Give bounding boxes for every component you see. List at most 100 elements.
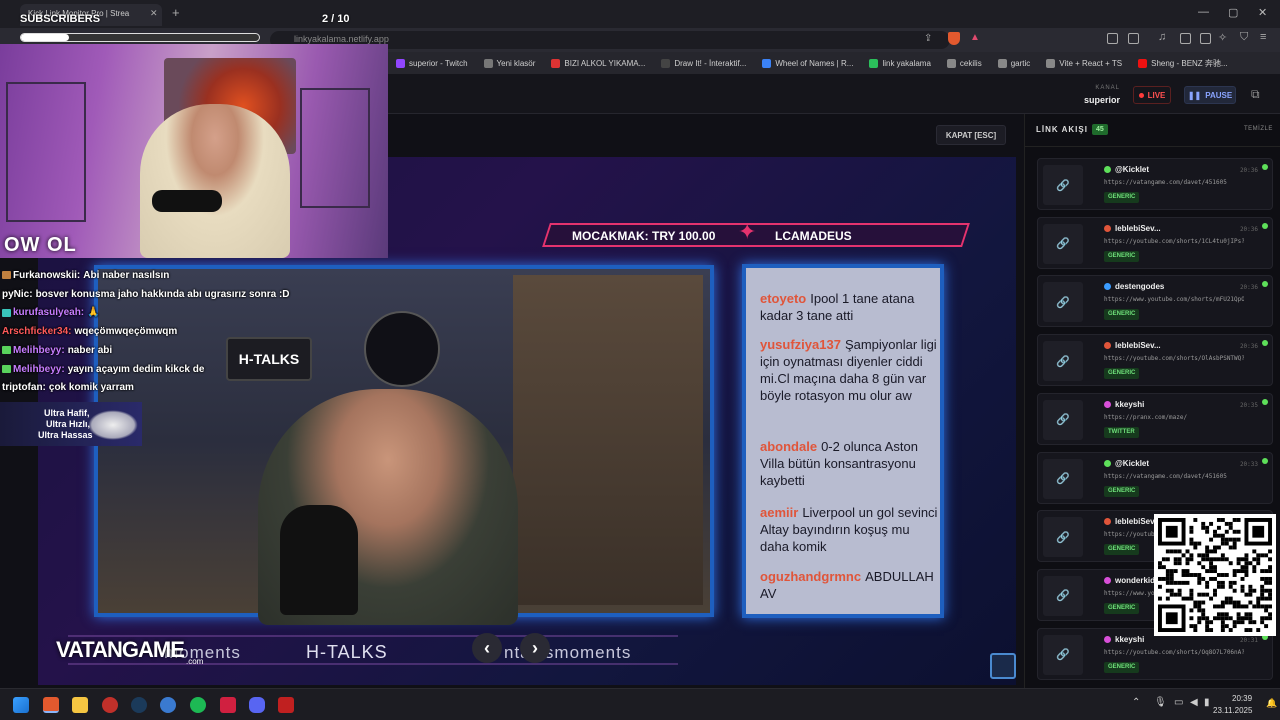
chat-username: kurufasulyeah: — [13, 307, 85, 319]
pause-button[interactable]: ❚❚ PAUSE — [1184, 86, 1236, 104]
bookmark-item[interactable]: BIZI ALKOL YIKAMA... — [543, 58, 653, 68]
stream-chat-username: yusufziya137 — [760, 337, 841, 352]
rewards-icon[interactable]: ▲ — [970, 32, 980, 43]
link-url[interactable]: https://youtube.com/shorts/1CL4tu0jIPs?s… — [1104, 238, 1244, 245]
qr-module — [1201, 612, 1206, 617]
link-card[interactable]: 🔗 kkeyshi https://pranx.com/maze/TWITTER 20… — [1037, 392, 1273, 445]
vpn-icon[interactable]: ⛉ — [1240, 31, 1248, 44]
screenshot-icon[interactable] — [1128, 33, 1139, 44]
steam-icon[interactable] — [131, 697, 147, 713]
bookmark-item[interactable]: Yeni klasör — [476, 58, 544, 68]
wallet-icon[interactable] — [1200, 33, 1211, 44]
close-window-icon[interactable]: ✕ — [1258, 6, 1267, 19]
network-icon[interactable]: ▭ — [1174, 697, 1183, 708]
bookmark-item[interactable]: cekilis — [939, 58, 990, 68]
link-url[interactable]: https://vatangame.com/davet/451605 — [1104, 473, 1244, 480]
qr-module — [1209, 569, 1214, 574]
prev-link-button[interactable]: ‹ — [472, 633, 502, 663]
bookmark-item[interactable]: Wheel of Names | R... — [754, 58, 861, 68]
close-viewer-button[interactable]: KAPAT [ESC] — [936, 125, 1006, 145]
link-type-tag: TWITTER — [1104, 426, 1139, 438]
qr-module — [1220, 612, 1225, 617]
explorer-icon[interactable] — [72, 697, 88, 713]
bookmark-item[interactable]: Sheng - BENZ 奔驰... — [1130, 58, 1235, 69]
qr-module — [1268, 588, 1272, 593]
qr-module — [1260, 616, 1265, 621]
next-link-button[interactable]: › — [520, 633, 550, 663]
qr-module — [1256, 628, 1261, 632]
qr-module — [1236, 612, 1241, 617]
spotify-icon[interactable] — [190, 697, 206, 713]
link-url[interactable]: https://www.youtube.com/shorts/mFU21QpOT… — [1104, 296, 1244, 303]
qr-module — [1224, 557, 1229, 562]
leo-ai-icon[interactable]: ✧ — [1218, 31, 1227, 44]
bookmark-item[interactable]: link yakalama — [861, 58, 938, 68]
qr-module — [1216, 545, 1221, 550]
link-card[interactable]: 🔗 destengodes https://www.youtube.com/shor… — [1037, 275, 1273, 328]
volume-icon[interactable]: ◀ — [1190, 697, 1198, 708]
tray-chevron-icon[interactable]: ⌃ — [1132, 697, 1140, 708]
qr-module — [1189, 529, 1194, 534]
brave-shield-icon[interactable] — [948, 32, 960, 45]
clock-date[interactable]: 23.11.2025 — [1213, 706, 1252, 715]
new-tab-icon[interactable]: + — [172, 5, 180, 20]
link-url[interactable]: https://youtube.com/shorts/OlAsbPSNTWQ?s… — [1104, 355, 1244, 362]
bookmark-item[interactable]: gartic — [990, 58, 1039, 68]
notification-icon[interactable]: 🔔 — [1266, 698, 1277, 709]
extensions-icon[interactable] — [1107, 33, 1118, 44]
discord-icon[interactable] — [249, 697, 265, 713]
link-url[interactable]: https://vatangame.com/davet/451605 — [1104, 179, 1244, 186]
clock-time[interactable]: 20:39 — [1232, 694, 1252, 703]
link-url[interactable]: https://pranx.com/maze/ — [1104, 414, 1244, 421]
link-card[interactable]: 🔗 leblebiSev... https://youtube.com/shorts… — [1037, 334, 1273, 387]
qr-module — [1260, 596, 1265, 601]
link-user: leblebiSev... — [1104, 224, 1161, 233]
qr-module — [1177, 557, 1182, 562]
link-card[interactable]: 🔗 leblebiSev... https://youtube.com/shorts… — [1037, 216, 1273, 269]
qr-module — [1220, 600, 1225, 605]
qr-module — [1201, 521, 1206, 526]
stream-camera-frame: H-TALKS — [94, 265, 714, 625]
app-icon-red-2[interactable] — [278, 697, 294, 713]
qr-module — [1268, 612, 1272, 617]
link-url[interactable]: https://youtube.com/shorts/Oq8O7L706nA?s… — [1104, 649, 1244, 656]
app-icon-blue[interactable] — [160, 697, 176, 713]
live-button[interactable]: LIVE — [1133, 86, 1171, 104]
mic-icon[interactable]: 🎙 — [1154, 697, 1167, 708]
qr-module — [1232, 620, 1237, 625]
minimize-icon[interactable]: — — [1198, 6, 1209, 18]
qr-module — [1240, 616, 1245, 621]
chat-message: Melihbeyy: yayın açayım dedim kikck de — [2, 364, 204, 375]
app-icon-red[interactable] — [102, 697, 118, 713]
bookmark-item[interactable]: Vite + React + TS — [1038, 58, 1130, 68]
app-icon-crimson[interactable] — [220, 697, 236, 713]
status-dot-icon — [1262, 281, 1268, 288]
chat-text: yayın açayım dedim kikck de — [67, 363, 205, 375]
brave-taskbar-icon[interactable] — [43, 697, 59, 713]
qr-module — [1216, 518, 1221, 522]
bookmark-favicon-icon — [551, 58, 561, 68]
popout-icon[interactable]: ⧉ — [1251, 87, 1260, 102]
stream-chat-frame: etoyeto Ipool 1 tane atana kadar 3 tane a… — [742, 264, 944, 618]
battery-icon[interactable]: ▮ — [1204, 697, 1210, 708]
clear-button[interactable]: TEMİZLE — [1244, 126, 1273, 132]
link-card[interactable]: 🔗 @Kicklet https://vatangame.com/davet/451… — [1037, 158, 1273, 210]
bookmarks-bar: superior - Twitch Yeni klasör BIZI ALKOL Y… — [388, 52, 1280, 74]
qr-module — [1197, 553, 1202, 558]
sidebar-icon[interactable] — [1180, 33, 1191, 44]
qr-module — [1236, 518, 1241, 522]
share-icon[interactable]: ⇪ — [924, 33, 932, 44]
qr-module — [1224, 541, 1229, 546]
bookmark-item[interactable]: superior - Twitch — [388, 58, 476, 68]
qr-module — [1264, 553, 1269, 558]
qr-module — [1205, 580, 1210, 585]
bookmark-item[interactable]: Draw It! - İnteraktif... — [653, 58, 754, 68]
tab-close-icon[interactable]: ✕ — [150, 8, 158, 19]
start-icon[interactable] — [13, 697, 29, 713]
qr-module — [1169, 573, 1174, 577]
link-card[interactable]: 🔗 @Kicklet https://vatangame.com/davet/451… — [1037, 451, 1273, 504]
chat-badge-icon — [2, 308, 11, 317]
maximize-icon[interactable]: ▢ — [1228, 6, 1238, 19]
media-icon[interactable]: ♫ — [1158, 31, 1166, 43]
menu-icon[interactable]: ≡ — [1260, 31, 1266, 43]
